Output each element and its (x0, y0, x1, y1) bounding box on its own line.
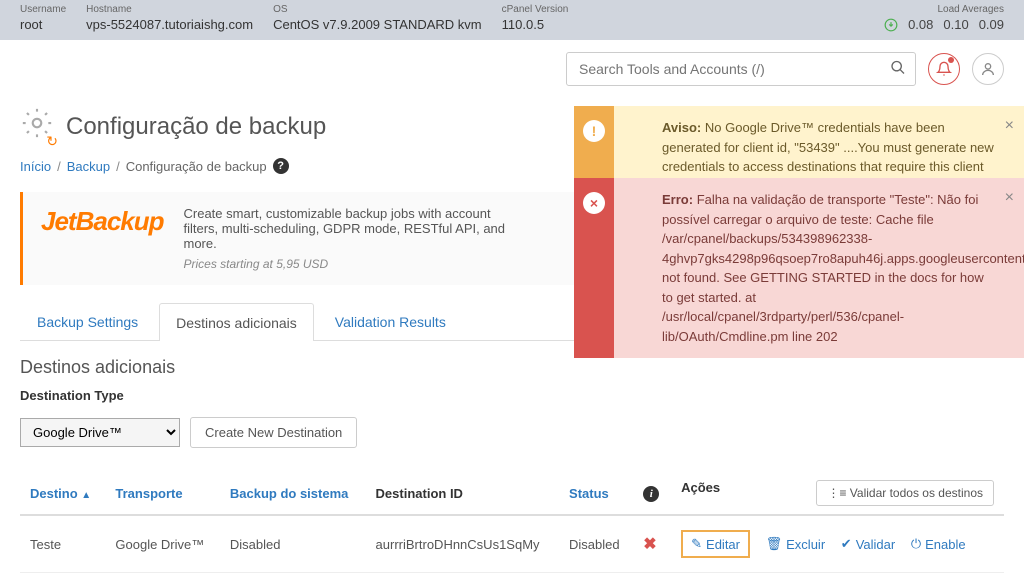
enable-button[interactable]: ⏻ Enable (911, 536, 966, 552)
notification-dot-icon (948, 57, 954, 63)
download-arrow-icon (884, 18, 898, 32)
tab-backup-settings[interactable]: Backup Settings (20, 303, 155, 340)
alert-body: Falha na validação de transporte "Teste"… (662, 192, 1024, 344)
destinations-table: Destino ▲ Transporte Backup do sistema D… (20, 472, 1004, 573)
table-row: Teste Google Drive™ Disabled aurrriBrtro… (20, 515, 1004, 573)
search-icon (890, 60, 906, 79)
stat-cpanel-version: cPanel Version 110.0.5 (502, 4, 569, 32)
user-account-button[interactable] (972, 53, 1004, 85)
tab-destinos-adicionais[interactable]: Destinos adicionais (159, 303, 314, 341)
system-info-bar: Username root Hostname vps-5524087.tutor… (0, 0, 1024, 40)
alert-error: × × Erro: Falha na validação de transpor… (574, 178, 1024, 358)
label: OS (273, 4, 482, 15)
stat-username: Username root (20, 4, 66, 32)
destination-type-label: Destination Type (20, 388, 1004, 403)
x-icon: ✖ (643, 536, 656, 553)
alert-title: Erro: (662, 192, 693, 207)
col-acoes: Ações (681, 480, 720, 495)
value: root (20, 17, 66, 32)
power-icon: ⏻ (911, 536, 921, 552)
label: Username (20, 4, 66, 15)
cell-status: Disabled (559, 515, 633, 573)
search-input[interactable] (566, 52, 916, 86)
stat-load-averages: Load Averages 0.08 0.10 0.09 (884, 4, 1004, 32)
cell-destination-id: aurrriBrtroDHnnCsUs1SqMy (366, 515, 559, 573)
label: Load Averages (884, 4, 1004, 15)
refresh-icon: ↻ (46, 133, 58, 150)
promo-price: Prices starting at 5,95 USD (184, 257, 524, 271)
close-icon[interactable]: × (1005, 186, 1014, 210)
info-icon[interactable]: i (643, 486, 659, 502)
notifications-button[interactable] (928, 53, 960, 85)
cell-transporte: Google Drive™ (105, 515, 220, 573)
value: vps-5524087.tutoriaishg.com (86, 17, 253, 32)
destination-type-select[interactable]: Google Drive™ (20, 418, 180, 447)
label: cPanel Version (502, 4, 569, 15)
alert-title: Aviso: (662, 120, 701, 135)
search-box (566, 52, 916, 86)
promo-text: Create smart, customizable backup jobs w… (184, 206, 524, 251)
page-title: Configuração de backup (66, 113, 326, 141)
trash-icon: 🗑 (766, 536, 783, 552)
edit-button[interactable]: ✎ Editar (681, 530, 750, 558)
breadcrumb-current: Configuração de backup (126, 159, 267, 174)
validate-button[interactable]: ✔ Validar (841, 536, 895, 552)
help-icon[interactable]: ? (273, 158, 289, 174)
list-check-icon: ⋮≡ (827, 486, 846, 500)
create-destination-button[interactable]: Create New Destination (190, 417, 357, 448)
gear-icon: ↻ (20, 106, 54, 148)
error-icon: × (583, 192, 605, 214)
toolbar (0, 40, 1024, 98)
pencil-icon: ✎ (691, 536, 702, 552)
stat-hostname: Hostname vps-5524087.tutoriaishg.com (86, 4, 253, 32)
section-title: Destinos adicionais (20, 357, 1004, 378)
check-icon: ✔ (841, 536, 852, 552)
tab-validation-results[interactable]: Validation Results (318, 303, 463, 340)
load-5: 0.10 (943, 17, 968, 32)
stat-os: OS CentOS v7.9.2009 STANDARD kvm (273, 4, 482, 32)
cell-backup: Disabled (220, 515, 366, 573)
validate-all-button[interactable]: ⋮≡ Validar todos os destinos (816, 480, 994, 506)
delete-button[interactable]: 🗑 Excluir (766, 536, 826, 552)
value: 110.0.5 (502, 17, 569, 32)
load-15: 0.09 (979, 17, 1004, 32)
label: Hostname (86, 4, 253, 15)
col-transporte[interactable]: Transporte (115, 486, 182, 501)
col-destination-id: Destination ID (366, 472, 559, 515)
jetbackup-logo: JetBackup (41, 206, 164, 237)
breadcrumb-backup[interactable]: Backup (67, 159, 110, 174)
load-1: 0.08 (908, 17, 933, 32)
warning-icon: ! (583, 120, 605, 142)
close-icon[interactable]: × (1005, 114, 1014, 138)
col-backup-sistema[interactable]: Backup do sistema (230, 486, 349, 501)
cell-destino: Teste (20, 515, 105, 573)
sort-asc-icon: ▲ (81, 490, 91, 501)
value: CentOS v7.9.2009 STANDARD kvm (273, 17, 482, 32)
col-status[interactable]: Status (569, 486, 609, 501)
col-destino[interactable]: Destino ▲ (30, 486, 91, 501)
breadcrumb-home[interactable]: Início (20, 159, 51, 174)
